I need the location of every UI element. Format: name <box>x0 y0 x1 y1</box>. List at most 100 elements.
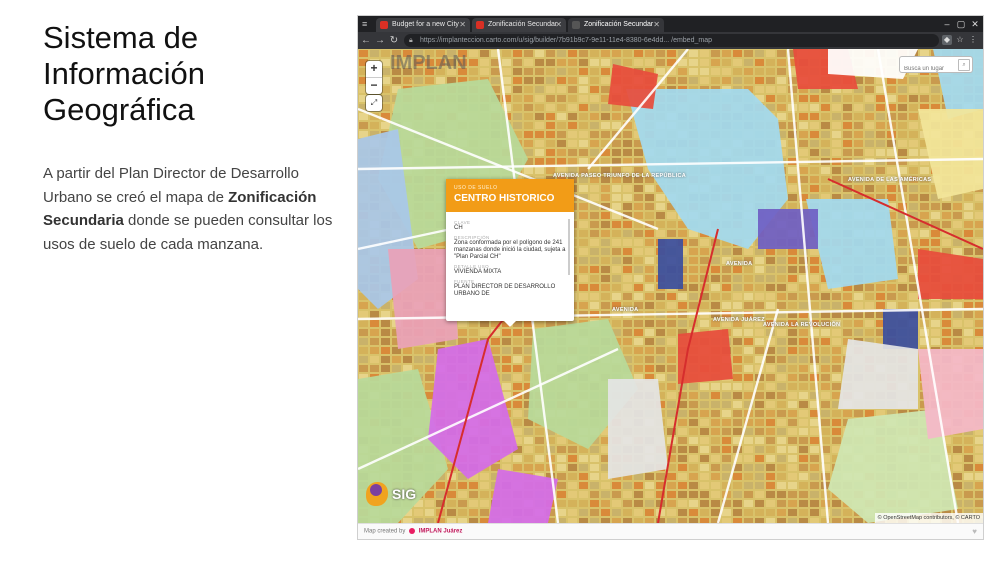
url-field[interactable]: 🔒︎ https://implanteccion.carto.com/u/sig… <box>404 34 939 47</box>
map-block <box>755 77 764 84</box>
map-block <box>865 320 874 327</box>
map-block <box>359 329 368 336</box>
map-block <box>623 248 632 255</box>
map-block <box>535 77 544 84</box>
popup-scrollbar[interactable] <box>568 219 570 275</box>
map-block <box>931 239 940 246</box>
map-block <box>810 266 819 273</box>
map-block <box>909 302 918 309</box>
popup-tail <box>504 321 516 327</box>
info-popup[interactable]: USO DE SUELO CENTRO HISTORICO CLAVE CH D… <box>446 179 574 327</box>
map-block <box>733 428 742 435</box>
map-block <box>645 284 654 291</box>
map-block <box>733 383 742 390</box>
map-attribution[interactable]: © OpenStreetMap contributors, © CARTO <box>874 513 983 523</box>
map-block <box>612 239 621 246</box>
heart-icon[interactable]: ♥ <box>972 527 977 536</box>
map-block <box>744 284 753 291</box>
back-icon[interactable]: ← <box>360 34 372 47</box>
map-block <box>810 104 819 111</box>
search-icon[interactable]: ⌕ <box>958 59 970 71</box>
close-icon[interactable]: ✕ <box>653 18 660 32</box>
maximize-icon[interactable]: ▢ <box>954 16 968 32</box>
map-block <box>678 302 687 309</box>
map-block <box>524 77 533 84</box>
map-block <box>546 59 555 66</box>
map-block <box>722 428 731 435</box>
close-window-icon[interactable]: ✕ <box>968 16 982 32</box>
map-block <box>381 320 390 327</box>
map-block <box>513 401 522 408</box>
map-block <box>909 221 918 228</box>
map-block <box>898 248 907 255</box>
map-block <box>810 284 819 291</box>
map-block <box>623 140 632 147</box>
map-view[interactable]: IMPLAN + − ⤢ ⌕ AVENIDA PASEO TRIUNFO DE … <box>358 49 983 523</box>
map-block <box>700 428 709 435</box>
map-block <box>700 77 709 84</box>
map-block <box>524 86 533 93</box>
map-block <box>898 257 907 264</box>
tab-zonificacion-1[interactable]: Zonificación Secundar ✕ <box>472 18 566 32</box>
minimize-icon[interactable]: – <box>940 16 954 32</box>
reload-icon[interactable]: ↻ <box>388 34 400 47</box>
map-block <box>909 185 918 192</box>
map-block <box>909 77 918 84</box>
forward-icon[interactable]: → <box>374 34 386 47</box>
map-block <box>623 275 632 282</box>
map-block <box>898 302 907 309</box>
map-block <box>370 320 379 327</box>
tab-zonificacion-2[interactable]: Zonificación Secundar ✕ <box>568 18 664 32</box>
map-block <box>557 509 566 516</box>
map-block <box>821 356 830 363</box>
browser-window: ≡ Budget for a new City ✕ Zonificación S… <box>358 16 983 539</box>
more-icon[interactable]: ⋮ <box>968 35 978 45</box>
map-block <box>953 446 962 453</box>
fullscreen-button[interactable]: ⤢ <box>366 95 382 111</box>
footer-brand[interactable]: IMPLAN Juárez <box>419 529 463 535</box>
map-block <box>535 122 544 129</box>
map-block <box>832 356 841 363</box>
extensions-icon[interactable]: ◆ <box>942 35 952 45</box>
zoom-in-button[interactable]: + <box>366 61 382 78</box>
map-block <box>645 320 654 327</box>
map-block <box>810 500 819 507</box>
close-icon[interactable]: ✕ <box>555 18 562 32</box>
map-block <box>381 86 390 93</box>
map-block <box>535 95 544 102</box>
zoning-area <box>658 239 683 289</box>
map-block <box>656 293 665 300</box>
map-block <box>766 302 775 309</box>
map-block <box>403 356 412 363</box>
map-block <box>634 275 643 282</box>
map-block <box>568 455 577 462</box>
map-block <box>656 302 665 309</box>
map-block <box>568 68 577 75</box>
map-block <box>777 113 786 120</box>
search-input[interactable] <box>900 62 962 76</box>
tab-budget[interactable]: Budget for a new City ✕ <box>376 18 470 32</box>
map-block <box>590 95 599 102</box>
map-block <box>568 473 577 480</box>
close-icon[interactable]: ✕ <box>459 18 466 32</box>
zoom-out-button[interactable]: − <box>366 78 382 94</box>
map-block <box>524 437 533 444</box>
menu-icon[interactable]: ≡ <box>362 20 370 29</box>
map-block <box>854 104 863 111</box>
star-icon[interactable]: ☆ <box>955 35 965 45</box>
map-block <box>788 455 797 462</box>
map-block <box>909 293 918 300</box>
map-block <box>788 509 797 516</box>
map-block <box>788 284 797 291</box>
map-block <box>590 212 599 219</box>
map-block <box>491 68 500 75</box>
map-block <box>645 266 654 273</box>
map-block <box>821 410 830 417</box>
map-block <box>711 266 720 273</box>
map-block <box>942 212 951 219</box>
map-block <box>788 356 797 363</box>
map-block <box>381 50 390 57</box>
map-block <box>414 356 423 363</box>
map-block <box>766 491 775 498</box>
map-block <box>623 482 632 489</box>
